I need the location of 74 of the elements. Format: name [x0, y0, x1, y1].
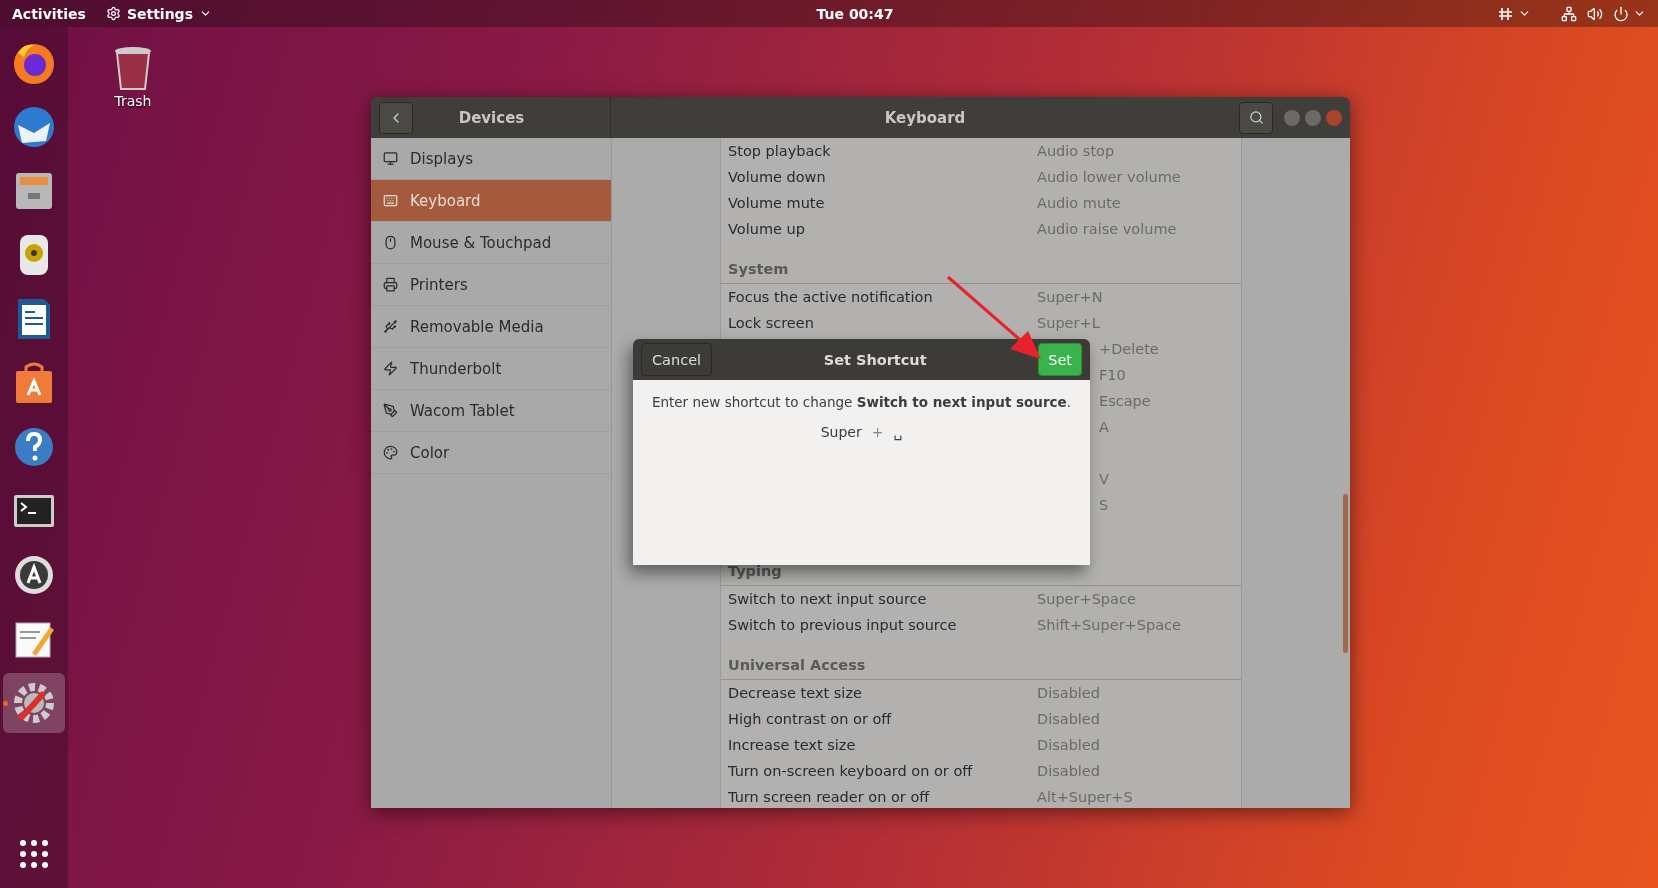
dialog-message: Enter new shortcut to change Switch to next input source.: [651, 394, 1072, 410]
shortcut-name[interactable]: Turn on-screen keyboard on or off: [728, 763, 1037, 779]
dialog-title: Set Shortcut: [822, 351, 928, 368]
section-title: System: [728, 261, 789, 277]
volume-icon[interactable]: [1587, 5, 1603, 22]
trash-icon[interactable]: [113, 45, 153, 91]
shortcut-key: Super: [820, 424, 862, 440]
sidebar-item[interactable]: Printers: [371, 264, 611, 306]
activities-button[interactable]: Activities: [12, 5, 86, 22]
clock[interactable]: Tue 00:47: [816, 5, 894, 22]
scrollbar[interactable]: [1343, 494, 1348, 653]
shortcut-key: ␣: [893, 424, 903, 440]
usb-icon: [383, 319, 398, 334]
cancel-button[interactable]: Cancel: [641, 343, 713, 376]
shortcut-name[interactable]: Switch to next input source: [728, 591, 1037, 607]
shortcut-keys: Disabled: [1037, 737, 1100, 753]
search-button[interactable]: [1239, 101, 1273, 134]
sidebar-item[interactable]: Removable Media: [371, 306, 611, 348]
shortcut-keys: Shift+Super+Space: [1037, 617, 1181, 633]
shortcut-name[interactable]: Volume mute: [728, 195, 1037, 211]
back-button[interactable]: [379, 101, 413, 134]
shortcut-keys: Disabled: [1037, 711, 1100, 727]
shortcut-name[interactable]: High contrast on or off: [728, 711, 1037, 727]
app-menu[interactable]: Settings: [126, 5, 193, 22]
sidebar-item[interactable]: Keyboard: [371, 180, 611, 222]
section-title: Typing: [728, 563, 782, 579]
shortcut-keys: Alt+Super+S: [1037, 789, 1133, 805]
shortcut-keys: A: [1099, 419, 1109, 435]
printer-icon: [383, 277, 398, 292]
section-title: Universal Access: [728, 657, 866, 673]
network-icon[interactable]: [1561, 5, 1577, 22]
shortcut-name[interactable]: Lock screen: [728, 315, 1037, 331]
desktop-icon-label[interactable]: Trash: [114, 93, 152, 109]
keyboard-icon: [383, 193, 398, 208]
shortcut-keys: Super+N: [1037, 289, 1103, 305]
shortcut-keys: Audio mute: [1037, 195, 1121, 211]
shortcut-name[interactable]: Turn screen reader on or off: [728, 789, 1037, 805]
shortcut-keys: Audio lower volume: [1037, 169, 1181, 185]
shortcut-name[interactable]: Focus the active notification: [728, 289, 1037, 305]
sidebar-item[interactable]: Wacom Tablet: [371, 390, 611, 432]
shortcut-keys: Audio raise volume: [1037, 221, 1177, 237]
power-icon[interactable]: [1613, 5, 1629, 22]
shortcut-keys: Disabled: [1037, 763, 1100, 779]
apps-grid-icon[interactable]: [20, 840, 48, 868]
shortcut-name[interactable]: Volume down: [728, 169, 1037, 185]
shortcut-name[interactable]: Stop playback: [728, 143, 1037, 159]
sidebar-item[interactable]: Thunderbolt: [371, 348, 611, 390]
shortcut-keys: Disabled: [1037, 685, 1100, 701]
shortcut-keys: Super+L: [1037, 315, 1100, 331]
shortcut-keys: Escape: [1099, 393, 1151, 409]
mouse-icon: [383, 235, 398, 250]
pen-icon: [383, 403, 398, 418]
sidebar-item[interactable]: Color: [371, 432, 611, 474]
shortcut-name[interactable]: Switch to previous input source: [728, 617, 1037, 633]
shortcut-keys: F10: [1099, 367, 1126, 383]
shortcut-name[interactable]: Volume up: [728, 221, 1037, 237]
shortcut-keys: Audio stop: [1037, 143, 1115, 159]
input-method-icon[interactable]: [1498, 5, 1514, 22]
palette-icon: [383, 445, 398, 460]
shortcut-name[interactable]: Increase text size: [728, 737, 1037, 753]
panel-title: Devices: [457, 108, 526, 127]
gear-icon: [105, 6, 121, 21]
search-icon: [1248, 110, 1264, 125]
shortcut-keys: Super+Space: [1037, 591, 1136, 607]
sidebar-item[interactable]: Mouse & Touchpad: [371, 222, 611, 264]
shortcut-keys: V: [1099, 471, 1109, 487]
running-indicator: [3, 701, 8, 706]
window-title: Keyboard: [883, 108, 967, 127]
monitor-icon: [383, 151, 398, 166]
shortcut-name[interactable]: Decrease text size: [728, 685, 1037, 701]
plus-sign: +: [871, 424, 884, 440]
shortcut-keys: S: [1099, 497, 1109, 513]
bolt-icon: [383, 361, 398, 376]
shortcut-keys: +Delete: [1099, 341, 1159, 357]
